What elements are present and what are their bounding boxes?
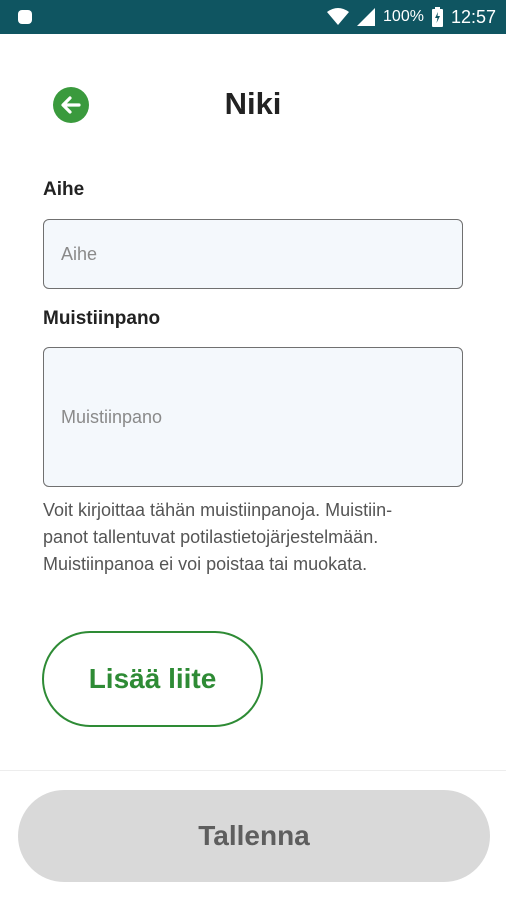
note-label: Muistiinpano [43,308,161,329]
cellular-signal-icon [357,8,376,26]
footer-divider [0,770,506,771]
add-attachment-button[interactable]: Lisää liite [42,631,263,727]
note-placeholder: Muistiinpano [61,407,163,427]
status-bar-right: 100% 12:57 [327,0,496,34]
app-notification-icon [18,10,32,24]
helper-line: Muistiinpanoa ei voi poistaa tai muokata… [43,554,368,574]
clock: 12:57 [450,6,496,27]
wifi-icon [327,8,350,25]
subject-label: Aihe [43,179,85,200]
helper-text: Voit kirjoittaa tähän muistiinpanoja. Mu… [43,497,463,578]
save-button[interactable]: Tallenna [18,790,490,882]
battery-percent: 100% [383,8,424,25]
subject-placeholder: Aihe [61,244,98,264]
status-bar: 100% 12:57 [0,0,506,34]
page-title: Niki [224,86,282,121]
note-textarea[interactable]: Muistiinpano [43,347,463,487]
subject-input[interactable]: Aihe [43,219,463,289]
helper-line: Voit kirjoittaa tähän muistiinpanoja. Mu… [43,500,393,520]
battery-icon [431,7,443,27]
helper-line: panot tallentuvat potilastietojärjestelm… [43,527,379,547]
